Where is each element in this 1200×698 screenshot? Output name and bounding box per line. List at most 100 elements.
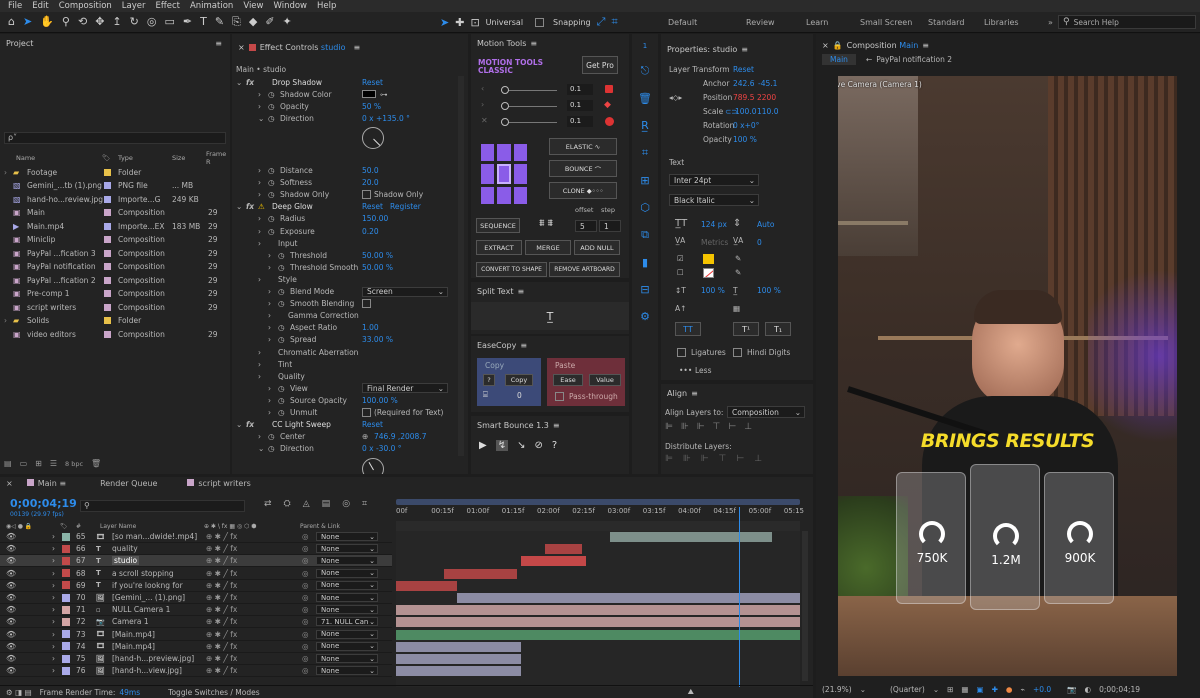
menu-view[interactable]: View [243, 1, 263, 11]
twirl-open-icon[interactable]: ⌄ [236, 202, 242, 211]
property-value[interactable]: 50.0 [362, 166, 379, 175]
parent-select[interactable]: None ⌄ [316, 568, 378, 578]
mask-icon[interactable]: ▣ [977, 685, 984, 694]
more-dots-icon[interactable]: ••• [679, 366, 692, 375]
layer-label-swatch[interactable] [62, 544, 70, 553]
expand-arrow-icon[interactable]: › [4, 316, 7, 325]
new-comp-icon[interactable]: ⊞ [35, 459, 42, 468]
effect-register-link[interactable]: Register [390, 202, 421, 211]
crop-icon[interactable]: ⌗ [642, 146, 648, 160]
play-icon[interactable]: ▶ [479, 440, 487, 451]
layer-row[interactable]: 👁 › 74 🎞 [Main.mp4] ⊕ ✱ ╱ fx ◎ None ⌄ [0, 641, 392, 653]
layer-switches[interactable]: ⊕ ✱ ╱ fx [206, 569, 237, 578]
menu-layer[interactable]: Layer [122, 1, 146, 11]
graph-editor-icon[interactable]: ⌗ [362, 499, 367, 509]
effect-property-row[interactable]: › ◷ Distance 50.0 [232, 165, 458, 177]
visibility-eye-icon[interactable]: 👁 [6, 569, 16, 578]
layer-row[interactable]: 👁 › 69 Tif you're lookng for ⊕ ✱ ╱ fx ◎ None ⌄ [0, 580, 392, 592]
distribute-5-icon[interactable]: ⊢ [736, 454, 744, 464]
bounce-button[interactable]: BOUNCE ⌒ [549, 160, 617, 177]
shapes-icon[interactable]: ⬡ [640, 201, 650, 214]
effect-property-row[interactable]: › ◷ Threshold Smooth 50.00 % [232, 261, 458, 273]
layer-label-swatch[interactable] [62, 569, 70, 578]
fx-icon[interactable]: fx [246, 420, 254, 429]
effect-reset-link[interactable]: Reset [362, 78, 383, 87]
visibility-eye-icon[interactable]: 👁 [6, 593, 16, 602]
stopwatch-icon[interactable]: ◷ [268, 214, 275, 223]
label-swatch[interactable] [104, 168, 111, 176]
effect-reset-link[interactable]: Reset [362, 202, 383, 211]
stopwatch-icon[interactable]: ◷ [268, 190, 275, 199]
label-swatch[interactable] [104, 236, 111, 243]
crosshair-icon[interactable]: ⊕ [362, 432, 368, 441]
record-circle-icon[interactable] [605, 117, 614, 126]
layer-switches[interactable]: ⊕ ✱ ╱ fx [206, 666, 237, 675]
twirl-icon[interactable]: › [52, 581, 55, 590]
stroke-eyedropper-icon[interactable]: ✎ [735, 268, 741, 277]
ease-slider-2[interactable]: › 0.1 ◆ [481, 100, 617, 112]
position-y[interactable]: 2200 [757, 93, 776, 102]
project-item[interactable]: › ▰ Footage Folder [0, 166, 230, 178]
col-frame[interactable]: Frame R [206, 150, 230, 166]
twirl-icon[interactable]: › [52, 642, 55, 651]
pan-behind-icon[interactable]: ◎ [147, 15, 157, 29]
render-queue-tab[interactable]: Render Queue [100, 479, 157, 488]
help-icon[interactable]: ? [552, 440, 557, 451]
pickwhip-icon[interactable]: ◎ [302, 544, 309, 553]
split-text-tab[interactable]: Split Text [477, 287, 513, 296]
anchor-y[interactable]: -45.1 [758, 79, 777, 88]
layer-label-swatch[interactable] [62, 617, 70, 626]
twirl-icon[interactable]: › [52, 593, 55, 602]
stopwatch-icon[interactable]: ◷ [278, 396, 285, 405]
ligatures-checkbox[interactable] [677, 348, 686, 357]
pickwhip-icon[interactable]: ◎ [302, 569, 309, 578]
layer-label-swatch[interactable] [62, 581, 70, 590]
snap-grid-icon[interactable]: ⌗ [611, 15, 617, 29]
parent-select[interactable]: None ⌄ [316, 666, 378, 676]
twirl-icon[interactable]: › [258, 372, 261, 381]
panel-menu-icon[interactable]: ≡ [517, 287, 524, 296]
layer-row[interactable]: 👁 › 76 🖼 [hand-h...view.jpg] ⊕ ✱ ╱ fx ◎ None ⌄ [0, 665, 392, 678]
stopwatch-icon[interactable]: ◷ [268, 90, 275, 99]
rotate-tool-icon[interactable]: ↻ [130, 15, 139, 29]
property-check-label[interactable]: Shadow Only [374, 190, 423, 199]
stopwatch-icon[interactable]: ◷ [268, 102, 275, 111]
bounce-decay-icon[interactable]: ↘ [517, 440, 525, 451]
direction-dial[interactable] [362, 127, 384, 150]
property-checkbox[interactable] [362, 408, 371, 418]
show-snapshot-icon[interactable]: ◐ [1085, 685, 1092, 694]
pickwhip-icon[interactable]: ◎ [302, 666, 309, 675]
layer-row[interactable]: 👁 › 72 📷 Camera 1 ⊕ ✱ ╱ fx ◎ 71. NULL Can ⌄ [0, 616, 392, 629]
shadow-color-swatch[interactable] [362, 90, 376, 99]
subscript-button[interactable]: T₁ [765, 322, 791, 336]
layer-switches[interactable]: ⊕ ✱ ╱ fx [206, 642, 237, 651]
trash-icon[interactable]: 🗑 [91, 459, 101, 468]
text-layer-icon[interactable]: R̲ [641, 119, 649, 132]
menu-animation[interactable]: Animation [190, 1, 233, 11]
properties-tab[interactable]: Properties: studio [667, 45, 737, 54]
fill-eyedropper-icon[interactable]: ✎ [735, 254, 741, 263]
layer-switches[interactable]: ⊕ ✱ ╱ fx [206, 544, 237, 553]
distribute-1-icon[interactable]: ⊫ [665, 454, 673, 464]
project-item[interactable]: ▣ Miniclip Composition 29 [0, 234, 230, 246]
bpc-label[interactable]: 8 bpc [65, 460, 83, 468]
snapping-checkbox[interactable] [535, 17, 545, 27]
distribute-6-icon[interactable]: ⊥ [754, 454, 762, 464]
layer-name[interactable]: Camera 1 [112, 617, 149, 626]
label-swatch[interactable] [104, 182, 111, 189]
twirl-icon[interactable]: › [52, 666, 55, 675]
effect-property-row[interactable]: › Gamma Correction [232, 310, 458, 322]
ease-slider-1[interactable]: ‹ 0.1 [481, 84, 617, 96]
zoom-tool-icon[interactable]: ⚲ [62, 15, 70, 29]
anchor-x[interactable]: 242.6 [733, 79, 754, 88]
layer-row[interactable]: 👁 › 75 🖼 [hand-h...preview.jpg] ⊕ ✱ ╱ fx ◎ None… [0, 653, 392, 665]
twirl-icon[interactable]: › [258, 239, 261, 248]
smart-bounce-tab[interactable]: Smart Bounce 1.3 [477, 421, 549, 430]
stopwatch-icon[interactable]: ◷ [268, 432, 275, 441]
col-size[interactable]: Size [172, 154, 185, 162]
ease-slider-3[interactable]: ✕ 0.1 [481, 116, 617, 128]
kerning-value[interactable]: Metrics [701, 238, 728, 247]
layer-row[interactable]: 👁 › 65 🎞 [so man...dwide!.mp4] ⊕ ✱ ╱ fx ◎ None ⌄ [0, 531, 392, 543]
vertical-scale-value[interactable]: 100 % [701, 286, 725, 295]
grid-icon[interactable]: ⊟ [640, 283, 649, 296]
